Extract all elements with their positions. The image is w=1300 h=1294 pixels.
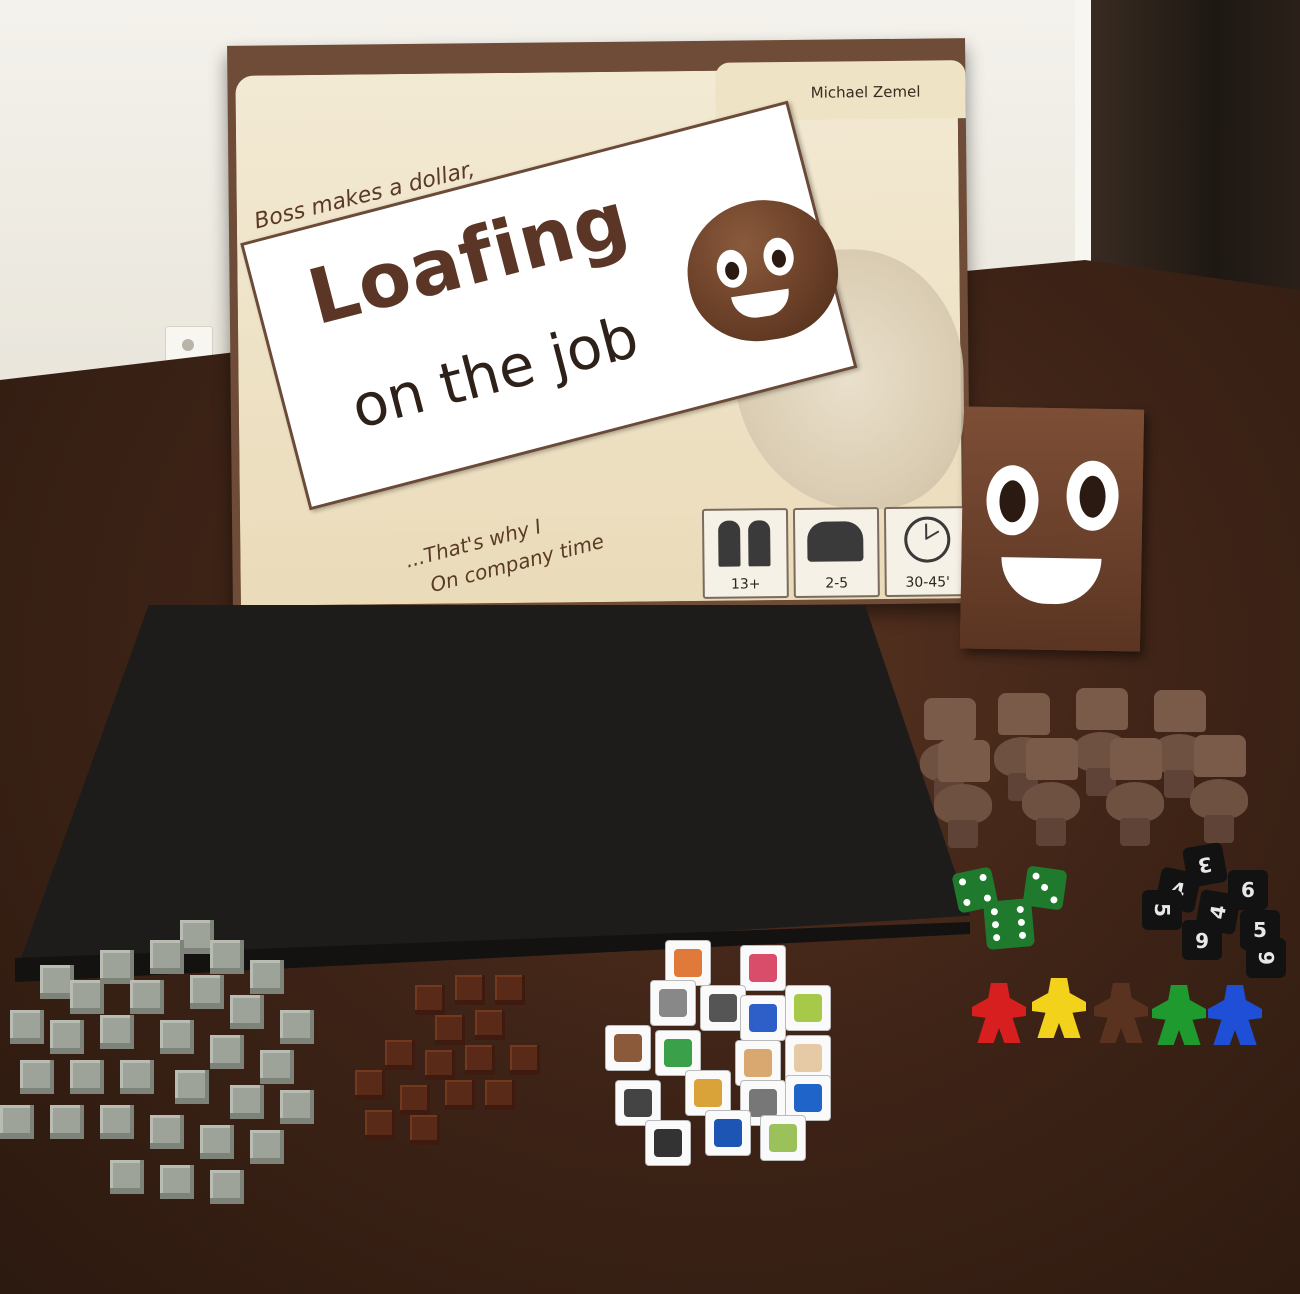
brown-cube-pile bbox=[355, 970, 555, 1150]
game-box: Michael Zemel Boss makes a dollar, I mak… bbox=[227, 38, 971, 611]
icon-die bbox=[740, 995, 786, 1041]
black-die: 9 bbox=[1246, 938, 1286, 978]
time-badge: 30-45' bbox=[883, 506, 971, 598]
cube-left-eye bbox=[985, 464, 1040, 536]
grey-cube-pile bbox=[0, 920, 340, 1220]
icon-die bbox=[705, 1110, 751, 1156]
black-die: 6 bbox=[1182, 920, 1222, 960]
time-label: 30-45' bbox=[905, 574, 951, 591]
icon-die bbox=[605, 1025, 651, 1071]
age-badge: 13+ bbox=[701, 508, 789, 599]
players-label: 2-5 bbox=[825, 575, 849, 592]
poop-smile bbox=[731, 288, 793, 322]
clock-icon bbox=[904, 516, 951, 563]
two-people-icon bbox=[718, 520, 741, 567]
icon-die bbox=[650, 980, 696, 1026]
poop-right-eye bbox=[760, 235, 797, 278]
icon-die bbox=[645, 1120, 691, 1166]
icon-dice-pile bbox=[595, 940, 845, 1170]
box-folder-art: Michael Zemel Boss makes a dollar, I mak… bbox=[235, 60, 971, 606]
age-label: 13+ bbox=[730, 576, 761, 593]
icon-die bbox=[760, 1115, 806, 1161]
cube-smile bbox=[1000, 557, 1102, 605]
black-die: 5 bbox=[1142, 890, 1182, 930]
toilet-piece bbox=[1104, 738, 1166, 848]
toilet-piece bbox=[1020, 738, 1082, 848]
designer-name: Michael Zemel bbox=[810, 82, 921, 102]
toilet-piece bbox=[932, 740, 994, 850]
group-icon bbox=[807, 521, 864, 562]
poop-card-box bbox=[959, 406, 1145, 652]
players-badge: 2-5 bbox=[792, 507, 880, 598]
green-die bbox=[982, 897, 1036, 951]
icon-die bbox=[740, 945, 786, 991]
tagline-bottom: ...That's why I On company time bbox=[402, 481, 669, 605]
toilet-piece bbox=[1188, 735, 1250, 845]
poop-left-eye bbox=[714, 247, 750, 290]
cube-right-eye bbox=[1065, 460, 1120, 532]
icon-die bbox=[785, 985, 831, 1031]
